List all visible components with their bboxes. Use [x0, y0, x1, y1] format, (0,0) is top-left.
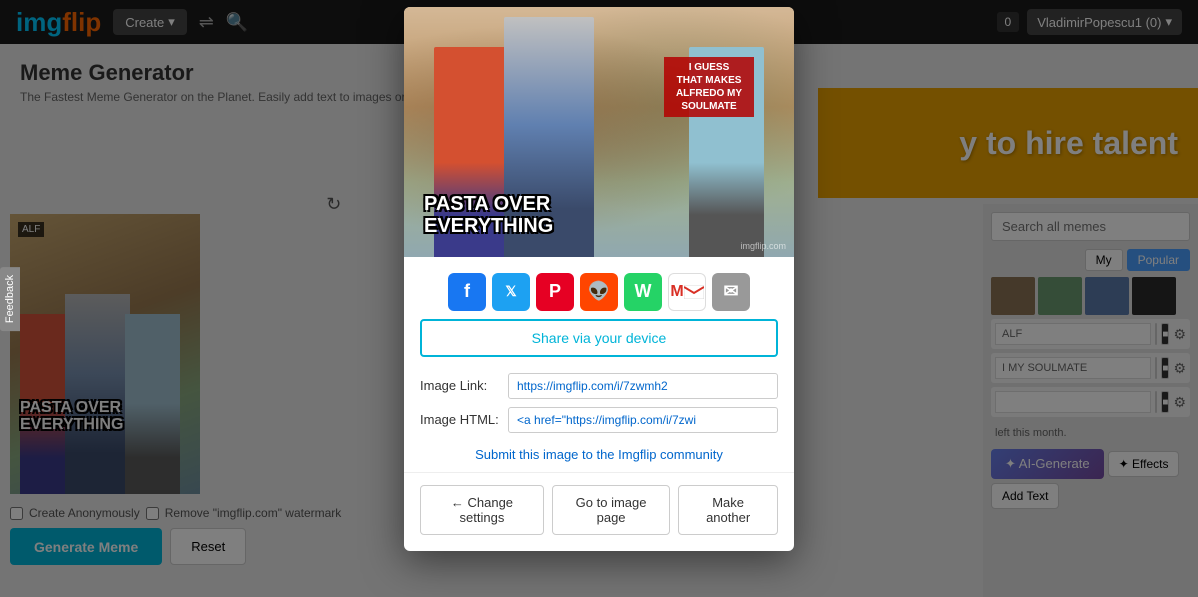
share-whatsapp-button[interactable]: W [624, 273, 662, 311]
image-html-input[interactable] [508, 407, 778, 433]
modal-watermark: imgflip.com [740, 241, 786, 251]
caption-bottom-line2: EVERYTHING [424, 215, 553, 237]
submit-community-link[interactable]: Submit this image to the Imgflip communi… [404, 437, 794, 472]
caption-top-line2: THAT MAKES [677, 75, 742, 86]
image-link-row: Image Link: [404, 369, 794, 403]
share-gmail-button[interactable]: M [668, 273, 706, 311]
feedback-sidebar[interactable]: Feedback [0, 266, 20, 330]
email-icon: ✉ [723, 281, 738, 302]
share-row: f 𝕏 P 👽 W M ✉ [404, 257, 794, 319]
share-pinterest-button[interactable]: P [536, 273, 574, 311]
reddit-icon: 👽 [588, 281, 610, 302]
caption-bottom-line1: PASTA OVER [424, 193, 550, 215]
whatsapp-icon: W [635, 281, 652, 302]
image-html-label: Image HTML: [420, 412, 500, 427]
share-reddit-button[interactable]: 👽 [580, 273, 618, 311]
facebook-icon: f [464, 281, 470, 302]
gmail-svg-icon [684, 285, 704, 299]
modal-actions: ← Change settings Go to image page Make … [404, 472, 794, 551]
image-html-row: Image HTML: [404, 403, 794, 437]
pinterest-icon: P [549, 281, 561, 302]
share-device-button[interactable]: Share via your device [420, 319, 778, 357]
image-link-input[interactable] [508, 373, 778, 399]
make-another-button[interactable]: Make another [678, 485, 778, 535]
go-to-page-button[interactable]: Go to image page [552, 485, 670, 535]
change-settings-button[interactable]: ← Change settings [420, 485, 544, 535]
share-email-button[interactable]: ✉ [712, 273, 750, 311]
gmail-icon: M [670, 283, 683, 301]
caption-top-line3: ALFREDO MY SOULMATE [676, 88, 742, 112]
image-link-label: Image Link: [420, 378, 500, 393]
caption-top-line1: I GUESS [689, 62, 730, 73]
modal-backdrop: I GUESS THAT MAKES ALFREDO MY SOULMATE P… [0, 0, 1198, 597]
modal-caption-bottom: PASTA OVER EVERYTHING [424, 193, 553, 237]
modal-meme-image: I GUESS THAT MAKES ALFREDO MY SOULMATE P… [404, 7, 794, 257]
share-modal: I GUESS THAT MAKES ALFREDO MY SOULMATE P… [404, 7, 794, 551]
feedback-tab[interactable]: Feedback [0, 266, 20, 330]
share-facebook-button[interactable]: f [448, 273, 486, 311]
modal-caption-top: I GUESS THAT MAKES ALFREDO MY SOULMATE [664, 57, 754, 117]
share-twitter-button[interactable]: 𝕏 [492, 273, 530, 311]
twitter-icon: 𝕏 [505, 283, 516, 300]
